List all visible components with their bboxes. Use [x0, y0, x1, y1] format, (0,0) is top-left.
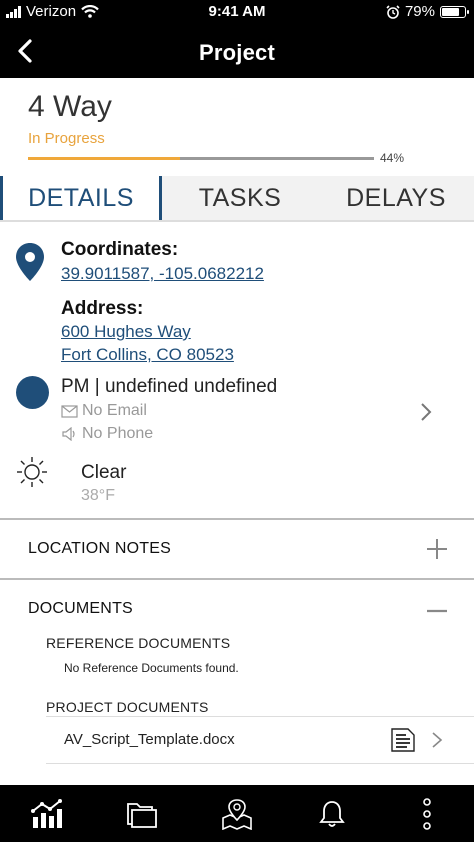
- project-status: In Progress: [28, 130, 105, 147]
- document-name: AV_Script_Template.docx: [64, 731, 235, 748]
- address-label: Address:: [61, 298, 144, 319]
- tab-delays[interactable]: DELAYS: [318, 176, 474, 220]
- speaker-icon: [62, 427, 75, 441]
- sun-icon: [17, 457, 47, 487]
- bottom-tab-files[interactable]: [112, 794, 172, 834]
- reference-documents-title: REFERENCE DOCUMENTS: [46, 635, 231, 651]
- bottom-tab-map[interactable]: [207, 794, 267, 834]
- progress-label: 44%: [380, 151, 405, 165]
- weather-temperature: 38°F: [81, 487, 115, 504]
- nav-bar: Project: [0, 24, 474, 78]
- documents-title[interactable]: DOCUMENTS: [28, 600, 133, 618]
- chevron-right-icon[interactable]: [419, 402, 433, 422]
- pm-phone-row: No Phone: [61, 425, 153, 443]
- map-pin-icon: [222, 798, 252, 830]
- address-line2-link[interactable]: Fort Collins, CO 80523: [61, 345, 234, 365]
- battery-icon: [440, 5, 469, 18]
- progress-bar: [28, 157, 374, 160]
- tab-details[interactable]: DETAILS: [0, 176, 162, 220]
- tab-tasks[interactable]: TASKS: [162, 176, 318, 220]
- chart-icon: [31, 798, 63, 828]
- bottom-tab-more[interactable]: [397, 794, 457, 834]
- pm-email: No Email: [82, 402, 147, 419]
- avatar: [16, 376, 49, 409]
- battery-percent: 79%: [404, 3, 435, 20]
- status-bar: Verizon 9:41 AM 79%: [0, 0, 474, 24]
- divider: [0, 578, 474, 580]
- bottom-tab-bar: [0, 785, 474, 842]
- address-line1-link[interactable]: 600 Hughes Way: [61, 322, 191, 342]
- bottom-tab-dashboard[interactable]: [17, 794, 77, 834]
- pm-name[interactable]: PM | undefined undefined: [61, 376, 277, 398]
- coordinates-label: Coordinates:: [61, 239, 179, 260]
- folder-icon: [127, 802, 158, 828]
- project-name: 4 Way: [28, 90, 112, 123]
- document-icon: [391, 728, 415, 752]
- chevron-right-icon[interactable]: [431, 731, 443, 749]
- tab-bar: DETAILS TASKS DELAYS: [0, 176, 474, 222]
- bell-icon: [318, 800, 345, 827]
- minus-icon[interactable]: [426, 600, 448, 622]
- project-documents-title: PROJECT DOCUMENTS: [46, 699, 209, 715]
- divider: [0, 518, 474, 520]
- coordinates-link[interactable]: 39.9011587, -105.0682212: [61, 264, 264, 284]
- location-notes-title[interactable]: LOCATION NOTES: [28, 540, 171, 558]
- mail-icon: [61, 404, 78, 418]
- reference-empty-note: No Reference Documents found.: [64, 661, 239, 675]
- document-row[interactable]: AV_Script_Template.docx: [46, 716, 474, 764]
- weather-condition: Clear: [81, 462, 127, 483]
- bottom-tab-notifications[interactable]: [302, 794, 362, 834]
- alarm-icon: [386, 4, 400, 19]
- pm-phone: No Phone: [82, 425, 154, 442]
- pm-email-row: No Email: [61, 402, 147, 420]
- page-title: Project: [199, 40, 275, 65]
- plus-icon[interactable]: [426, 538, 448, 560]
- map-pin-icon: [16, 243, 44, 281]
- more-vertical-icon: [422, 797, 431, 830]
